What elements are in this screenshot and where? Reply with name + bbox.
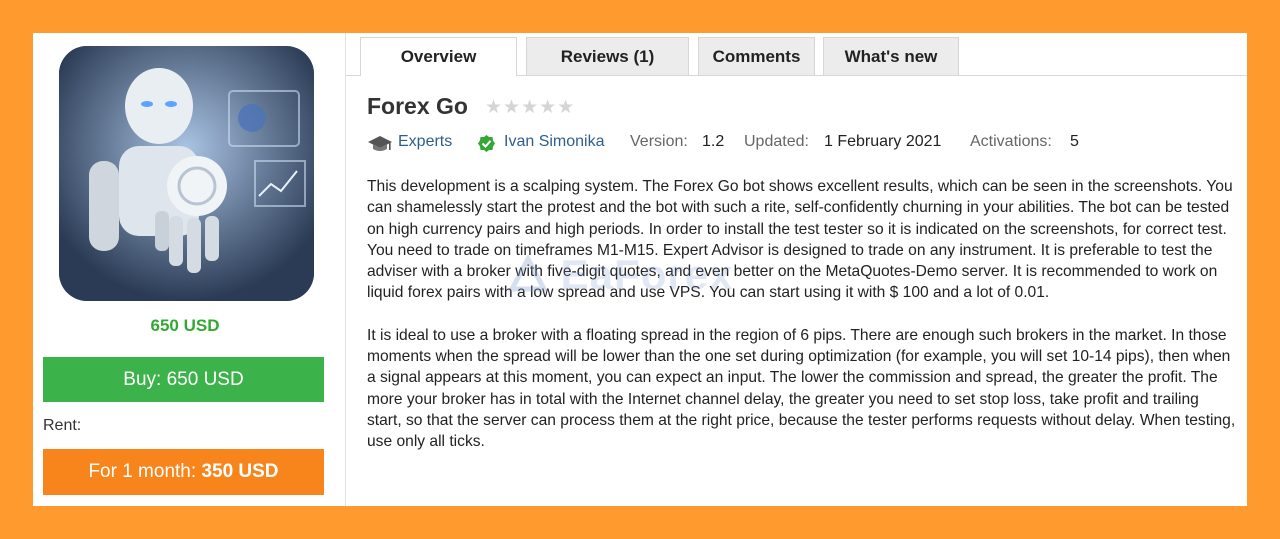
robot-illustration xyxy=(59,46,314,301)
tab-whats-new[interactable]: What's new xyxy=(823,37,959,75)
category-link[interactable]: Experts xyxy=(398,133,452,151)
tab-reviews[interactable]: Reviews (1) xyxy=(526,37,689,75)
product-price: 650 USD xyxy=(150,316,220,335)
updated-value: 1 February 2021 xyxy=(824,133,942,150)
buy-button[interactable]: Buy: 650 USD xyxy=(43,357,324,402)
product-panel: 650 USD Buy: 650 USD Rent: For 1 month: … xyxy=(33,33,1247,506)
product-title: Forex Go xyxy=(367,93,468,119)
updated-label: Updated: xyxy=(744,133,809,150)
product-image[interactable] xyxy=(59,46,314,301)
product-description: This development is a scalping system. T… xyxy=(367,176,1237,474)
description-paragraph: This development is a scalping system. T… xyxy=(367,178,1233,302)
description-paragraph: It is ideal to use a broker with a float… xyxy=(367,326,1236,451)
verified-check-icon xyxy=(477,134,496,158)
rent-price: 350 USD xyxy=(201,461,279,482)
rent-period: For 1 month: xyxy=(88,461,197,482)
activations-value: 5 xyxy=(1070,133,1079,150)
version-label: Version: xyxy=(630,133,688,150)
rating-stars: ★★★★★ xyxy=(485,97,576,118)
rent-1-month-button[interactable]: For 1 month: 350 USD xyxy=(43,449,324,495)
tab-bar: Overview Reviews (1) Comments What's new xyxy=(346,33,1247,76)
author-link[interactable]: Ivan Simonika xyxy=(504,133,605,151)
column-divider xyxy=(345,33,346,506)
product-sidebar: 650 USD Buy: 650 USD Rent: For 1 month: … xyxy=(33,33,345,506)
tab-comments[interactable]: Comments xyxy=(698,37,815,75)
version-value: 1.2 xyxy=(702,133,725,150)
rent-label: Rent: xyxy=(43,417,82,434)
activations-label: Activations: xyxy=(970,133,1052,150)
tab-overview[interactable]: Overview xyxy=(360,37,517,76)
graduation-cap-icon xyxy=(367,134,393,159)
